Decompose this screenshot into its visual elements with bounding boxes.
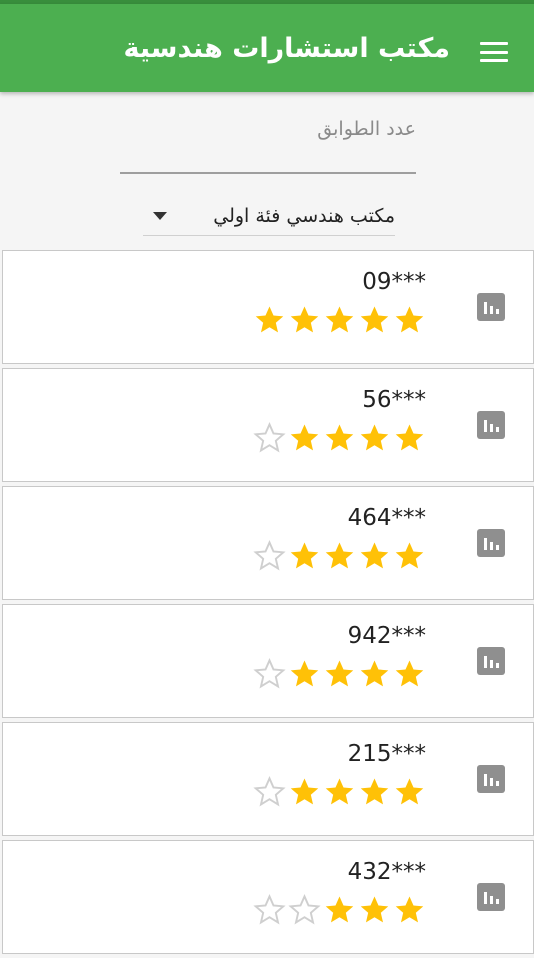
stats-bar: [495, 427, 499, 432]
office-plate-number: 942***: [347, 623, 426, 649]
floors-underline: [120, 172, 416, 174]
stats-bar: [495, 309, 499, 314]
star-empty-icon: [253, 540, 286, 571]
stats-icon[interactable]: [477, 293, 505, 321]
star-filled-icon: [395, 778, 424, 805]
star-filled-icon: [325, 778, 354, 805]
star-filled-icon: [395, 896, 424, 923]
star-filled-icon: [395, 660, 424, 687]
rating-stars: [253, 893, 426, 926]
office-plate-number: 432***: [347, 859, 426, 885]
office-plate-number: 215***: [347, 741, 426, 767]
office-card[interactable]: 464***: [2, 486, 534, 600]
star-filled-icon: [325, 660, 354, 687]
office-card[interactable]: 56***: [2, 368, 534, 482]
star-filled-icon: [325, 542, 354, 569]
star-filled-icon: [290, 660, 319, 687]
star-filled-icon: [290, 306, 319, 333]
stats-bar: [489, 778, 493, 786]
star-empty-icon: [253, 422, 286, 453]
rating-stars: [253, 303, 426, 336]
rating-stars: [253, 657, 426, 690]
star-filled-icon: [325, 306, 354, 333]
office-plate-number: 56***: [362, 387, 426, 413]
stats-bar: [489, 542, 493, 550]
stats-bar: [489, 896, 493, 904]
rating-stars: [253, 775, 426, 808]
stats-icon[interactable]: [477, 411, 505, 439]
office-plate-number: 464***: [347, 505, 426, 531]
star-filled-icon: [290, 778, 319, 805]
star-filled-icon: [325, 424, 354, 451]
star-filled-icon: [360, 778, 389, 805]
dropdown-arrow-icon: [153, 211, 167, 220]
stats-bar: [483, 892, 487, 904]
floors-input[interactable]: [120, 136, 416, 170]
star-filled-icon: [255, 306, 284, 333]
office-category-value: مكتب هندسي فئة اولي: [213, 204, 395, 227]
star-filled-icon: [360, 306, 389, 333]
star-filled-icon: [290, 424, 319, 451]
filters-panel: عدد الطوابق مكتب هندسي فئة اولي: [0, 92, 534, 250]
star-empty-icon: [253, 894, 286, 925]
office-plate-number: 09***: [362, 269, 426, 295]
menu-icon[interactable]: [480, 42, 508, 62]
office-card[interactable]: 432***: [2, 840, 534, 954]
office-category-select[interactable]: مكتب هندسي فئة اولي: [143, 196, 395, 236]
app-title: مكتب استشارات هندسية: [123, 32, 450, 64]
stats-bar: [495, 663, 499, 668]
star-empty-icon: [253, 776, 286, 807]
stats-icon[interactable]: [477, 883, 505, 911]
app-bar: مكتب استشارات هندسية: [0, 4, 534, 92]
stats-bar: [489, 660, 493, 668]
rating-stars: [253, 539, 426, 572]
star-filled-icon: [360, 660, 389, 687]
office-card[interactable]: 942***: [2, 604, 534, 718]
stats-bar: [495, 899, 499, 904]
star-filled-icon: [395, 306, 424, 333]
menu-line: [480, 42, 508, 45]
star-filled-icon: [290, 542, 319, 569]
stats-icon[interactable]: [477, 647, 505, 675]
office-card[interactable]: 09***: [2, 250, 534, 364]
star-empty-icon: [288, 894, 321, 925]
star-filled-icon: [395, 424, 424, 451]
office-list: 09*** 56*** 464*** 942*** 215*** 432***: [2, 250, 534, 958]
stats-icon[interactable]: [477, 765, 505, 793]
stats-icon[interactable]: [477, 529, 505, 557]
stats-bar: [489, 424, 493, 432]
star-filled-icon: [395, 542, 424, 569]
rating-stars: [253, 421, 426, 454]
stats-bar: [489, 306, 493, 314]
star-filled-icon: [325, 896, 354, 923]
stats-bar: [483, 302, 487, 314]
office-card[interactable]: 215***: [2, 722, 534, 836]
stats-bar: [495, 781, 499, 786]
stats-bar: [483, 538, 487, 550]
stats-bar: [483, 420, 487, 432]
stats-bar: [483, 656, 487, 668]
star-filled-icon: [360, 896, 389, 923]
star-filled-icon: [360, 542, 389, 569]
menu-line: [480, 50, 508, 54]
stats-bar: [495, 545, 499, 550]
star-empty-icon: [253, 658, 286, 689]
menu-line: [480, 59, 508, 62]
stats-bar: [483, 774, 487, 786]
star-filled-icon: [360, 424, 389, 451]
